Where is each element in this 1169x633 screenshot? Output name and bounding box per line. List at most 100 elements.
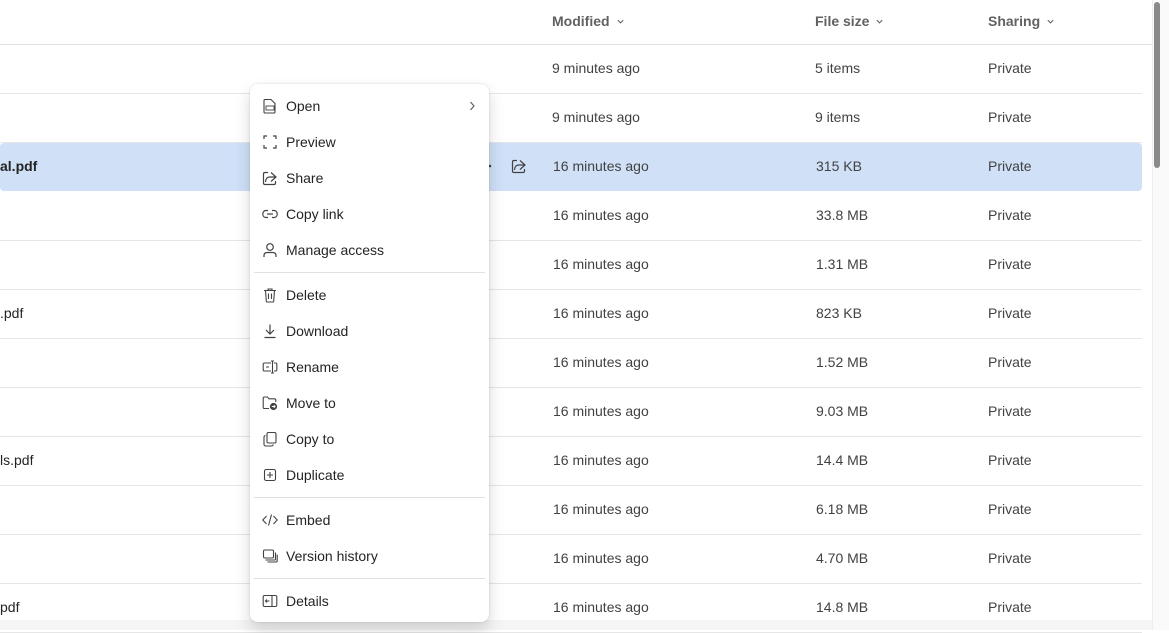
chevron-down-icon [616,19,624,24]
menu-item-rename[interactable]: Rename [254,350,485,384]
size-cell: 4.70 MB [816,550,869,566]
menu-item-duplicate-label: Duplicate [286,467,345,483]
sharing-cell: Private [988,452,1032,468]
link-icon [262,209,278,219]
menu-item-version-history-label: Version history [286,548,378,564]
menu-item-duplicate[interactable]: Duplicate [254,458,485,492]
download-icon [264,324,276,339]
menu-item-open[interactable]: Open [254,89,485,123]
trash-icon [264,288,276,303]
table-row[interactable]: 9 minutes ago 5 items Private [0,45,1142,94]
column-file-size[interactable]: File size [815,13,884,29]
sharing-cell: Private [988,305,1032,321]
sharing-cell: Private [988,354,1032,370]
menu-divider [254,497,485,498]
menu-item-embed[interactable]: Embed [254,503,485,537]
table-row[interactable]: 16 minutes ago 6.18 MB Private [0,486,1142,535]
menu-item-manage-access-label: Manage access [286,242,385,258]
chevron-down-icon [1047,19,1054,24]
size-cell: 9 items [815,109,861,125]
menu-item-copy-link[interactable]: Copy link [254,197,485,231]
menu-item-version-history[interactable]: Version history [254,539,485,573]
table-row[interactable]: 16 minutes ago 4.70 MB Private [0,535,1142,584]
modified-cell: 16 minutes ago [553,403,649,419]
modified-cell: 9 minutes ago [552,109,640,125]
modified-cell: 16 minutes ago [553,452,649,468]
file-name[interactable]: .pdf [0,305,23,321]
sharing-cell: Private [988,501,1032,517]
share-icon [262,171,277,186]
table-row-selected[interactable]: al.pdf 16 minutes ago 315 KB Private [0,143,1142,191]
folder-move-icon [262,396,278,411]
menu-item-copy-to[interactable]: Copy to [254,422,485,456]
menu-item-delete-label: Delete [286,287,327,303]
menu-item-copy-link-label: Copy link [286,206,344,222]
table-row[interactable]: 16 minutes ago 9.03 MB Private [0,388,1142,437]
table-row[interactable]: .pdf 16 minutes ago 823 KB Private [0,290,1142,339]
scrollbar-thumb[interactable] [1154,2,1160,168]
size-cell: 14.4 MB [816,452,869,468]
menu-item-move-to-label: Move to [286,395,336,411]
size-cell: 6.18 MB [816,501,869,517]
menu-item-delete[interactable]: Delete [254,278,485,312]
version-history-icon [262,549,278,563]
table-row[interactable]: 16 minutes ago 1.31 MB Private [0,241,1142,290]
menu-item-details[interactable]: Details [254,584,485,618]
menu-item-download[interactable]: Download [254,314,485,348]
rename-icon [262,360,278,374]
menu-item-manage-access[interactable]: Manage access [254,233,485,267]
file-name[interactable]: ls.pdf [0,452,33,468]
sharing-cell: Private [988,256,1032,272]
duplicate-icon [263,468,277,482]
file-name[interactable]: al.pdf [0,158,37,174]
menu-item-preview[interactable]: Preview [254,125,485,159]
column-sharing-label: Sharing [988,13,1041,29]
modified-cell: 9 minutes ago [552,60,640,76]
context-menu: Open Preview Share Copy link Manage acce… [250,84,489,622]
chevron-right-icon [470,101,475,111]
modified-cell: 16 minutes ago [553,501,649,517]
code-icon [262,514,278,526]
table-row[interactable]: 16 minutes ago 1.52 MB Private [0,339,1142,388]
file-name[interactable]: pdf [0,599,19,615]
menu-item-share[interactable]: Share [254,161,485,195]
open-file-icon [263,98,276,114]
menu-divider [254,272,485,273]
sharing-cell: Private [988,403,1032,419]
table-row[interactable]: 9 minutes ago 9 items Private [0,94,1142,143]
menu-item-download-label: Download [286,323,349,339]
menu-divider [254,578,485,579]
chevron-down-icon [876,19,884,24]
size-cell: 33.8 MB [816,207,869,223]
sharing-cell: Private [988,60,1032,76]
preview-icon [263,135,277,149]
modified-cell: 16 minutes ago [553,256,649,272]
person-icon [263,243,277,257]
sharing-cell: Private [988,599,1032,615]
modified-cell: 16 minutes ago [553,550,649,566]
menu-item-share-label: Share [286,170,324,186]
modified-cell: 16 minutes ago [553,158,649,174]
menu-item-move-to[interactable]: Move to [254,386,485,420]
size-cell: 14.8 MB [816,599,869,615]
menu-item-preview-label: Preview [286,134,336,150]
modified-cell: 16 minutes ago [553,354,649,370]
size-cell: 1.52 MB [816,354,869,370]
size-cell: 9.03 MB [816,403,869,419]
sharing-cell: Private [988,550,1032,566]
modified-cell: 16 minutes ago [553,599,649,615]
column-header: Modified File size Sharing [0,0,1152,45]
menu-item-open-label: Open [286,98,321,114]
column-modified[interactable]: Modified [552,13,625,29]
menu-item-rename-label: Rename [286,359,339,375]
column-modified-label: Modified [552,13,610,29]
sharing-cell: Private [988,207,1032,223]
column-sharing[interactable]: Sharing [988,13,1055,29]
share-icon[interactable] [510,157,528,175]
menu-item-copy-to-label: Copy to [286,431,335,447]
size-cell: 823 KB [816,305,862,321]
size-cell: 315 KB [816,158,862,174]
table-row[interactable]: 16 minutes ago 33.8 MB Private [0,192,1142,241]
table-row[interactable]: ls.pdf 16 minutes ago 14.4 MB Private [0,437,1142,486]
modified-cell: 16 minutes ago [553,207,649,223]
